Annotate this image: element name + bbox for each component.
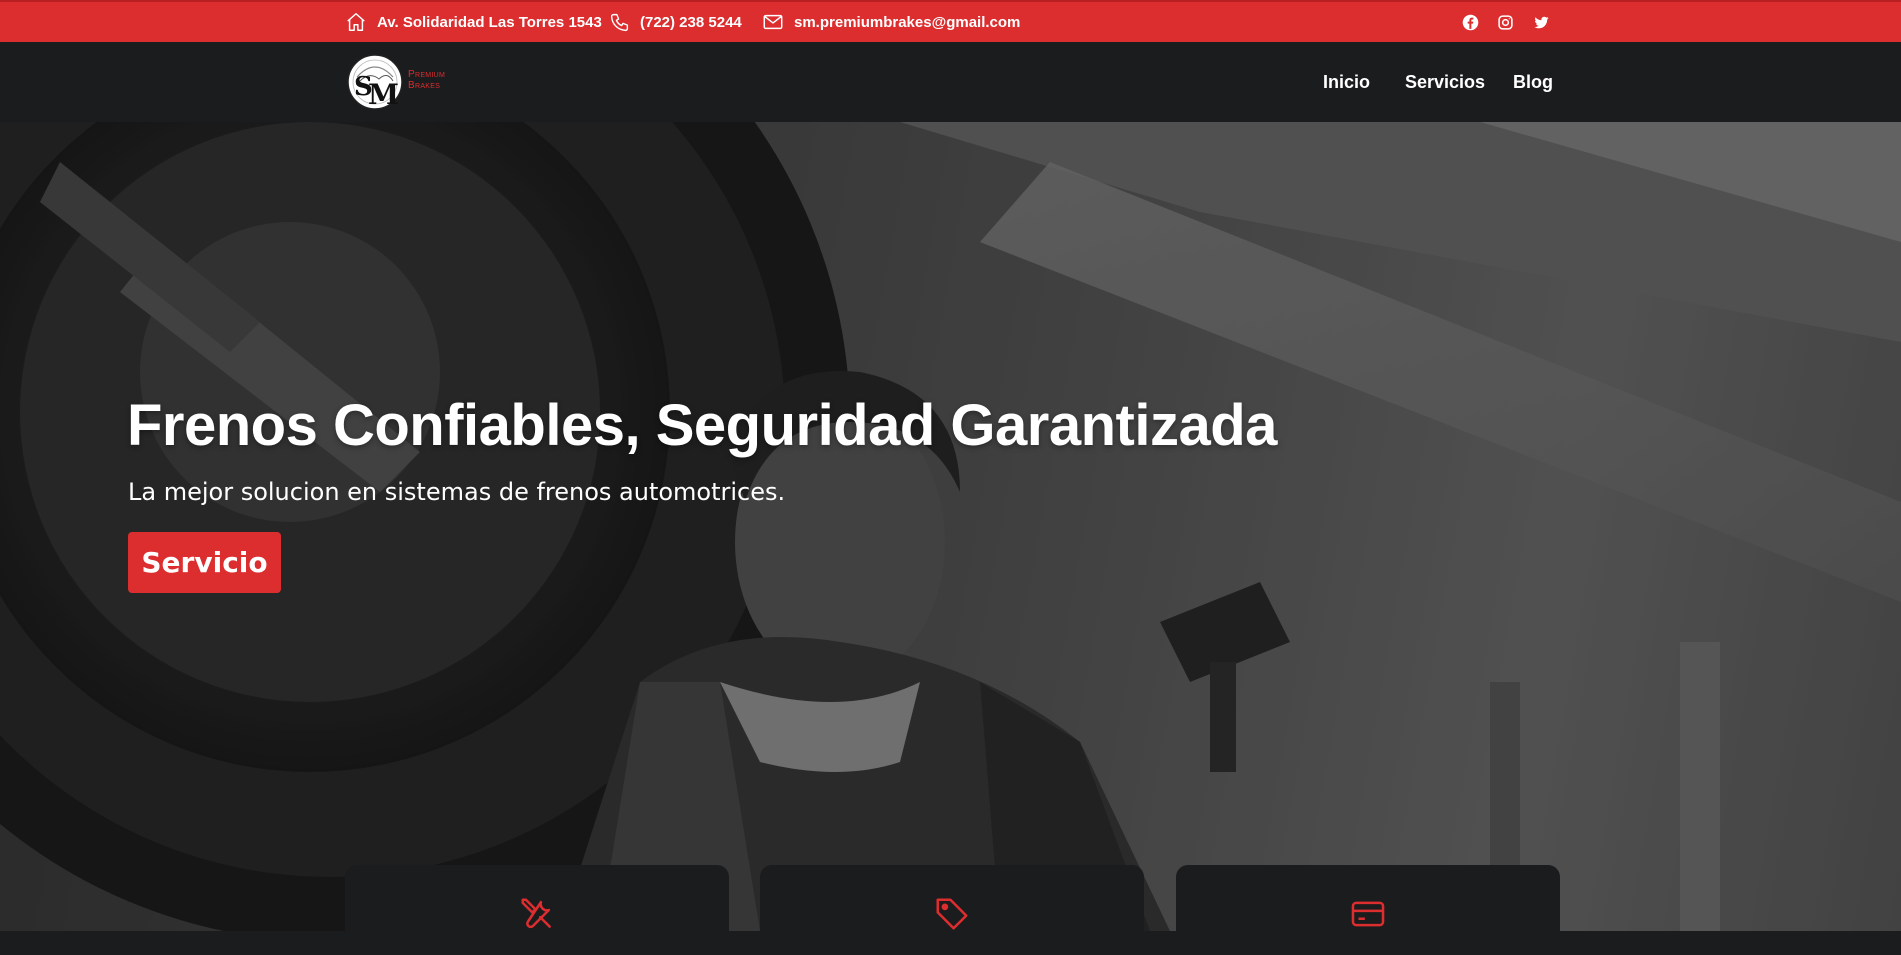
logo-emblem: S M <box>347 54 403 111</box>
svg-text:M: M <box>368 78 399 111</box>
facebook-link[interactable] <box>1459 2 1481 42</box>
logo-line-2: Brakes <box>408 80 441 91</box>
instagram-link[interactable] <box>1494 2 1516 42</box>
logo-line-1: Premium <box>408 69 446 80</box>
servicio-button[interactable]: Servicio <box>128 532 281 593</box>
hero-section: Frenos Confiables, Seguridad Garantizada… <box>0 122 1901 931</box>
hero-overlay <box>0 122 1901 931</box>
phone-text: (722) 238 5244 <box>640 13 742 31</box>
email-item[interactable]: sm.premiumbrakes@gmail.com <box>762 2 1020 42</box>
home-icon <box>347 13 365 31</box>
tools-icon <box>521 898 551 929</box>
instagram-icon <box>1497 14 1513 30</box>
facebook-icon <box>1462 14 1478 30</box>
twitter-icon <box>1533 16 1549 28</box>
feature-card-tools[interactable] <box>345 865 729 955</box>
address-text: Av. Solidaridad Las Torres 1543 <box>377 13 602 31</box>
email-text: sm.premiumbrakes@gmail.com <box>794 13 1021 31</box>
nav-item-servicios[interactable]: Servicios <box>1405 42 1485 122</box>
top-contact-bar: Av. Solidaridad Las Torres 1543 (722) 23… <box>0 0 1901 42</box>
address-item: Av. Solidaridad Las Torres 1543 <box>345 2 602 42</box>
feature-card-payment[interactable] <box>1176 865 1560 955</box>
mail-icon <box>763 14 783 30</box>
feature-card-tag[interactable] <box>760 865 1144 955</box>
main-navbar: S M Premium Brakes Inicio Servicios Blog <box>0 42 1901 122</box>
phone-icon <box>610 13 629 31</box>
hero-title: Frenos Confiables, Seguridad Garantizada <box>127 393 1277 458</box>
phone-item[interactable]: (722) 238 5244 <box>609 2 742 42</box>
tag-icon <box>936 898 968 930</box>
hero-subtitle: La mejor solucion en sistemas de frenos … <box>128 478 786 506</box>
logo[interactable]: S M Premium Brakes <box>347 51 462 113</box>
nav-item-inicio[interactable]: Inicio <box>1323 42 1370 122</box>
twitter-link[interactable] <box>1530 2 1552 42</box>
credit-card-icon <box>1351 901 1385 927</box>
nav-item-blog[interactable]: Blog <box>1513 42 1553 122</box>
logo-wordmark: Premium Brakes <box>408 69 445 91</box>
